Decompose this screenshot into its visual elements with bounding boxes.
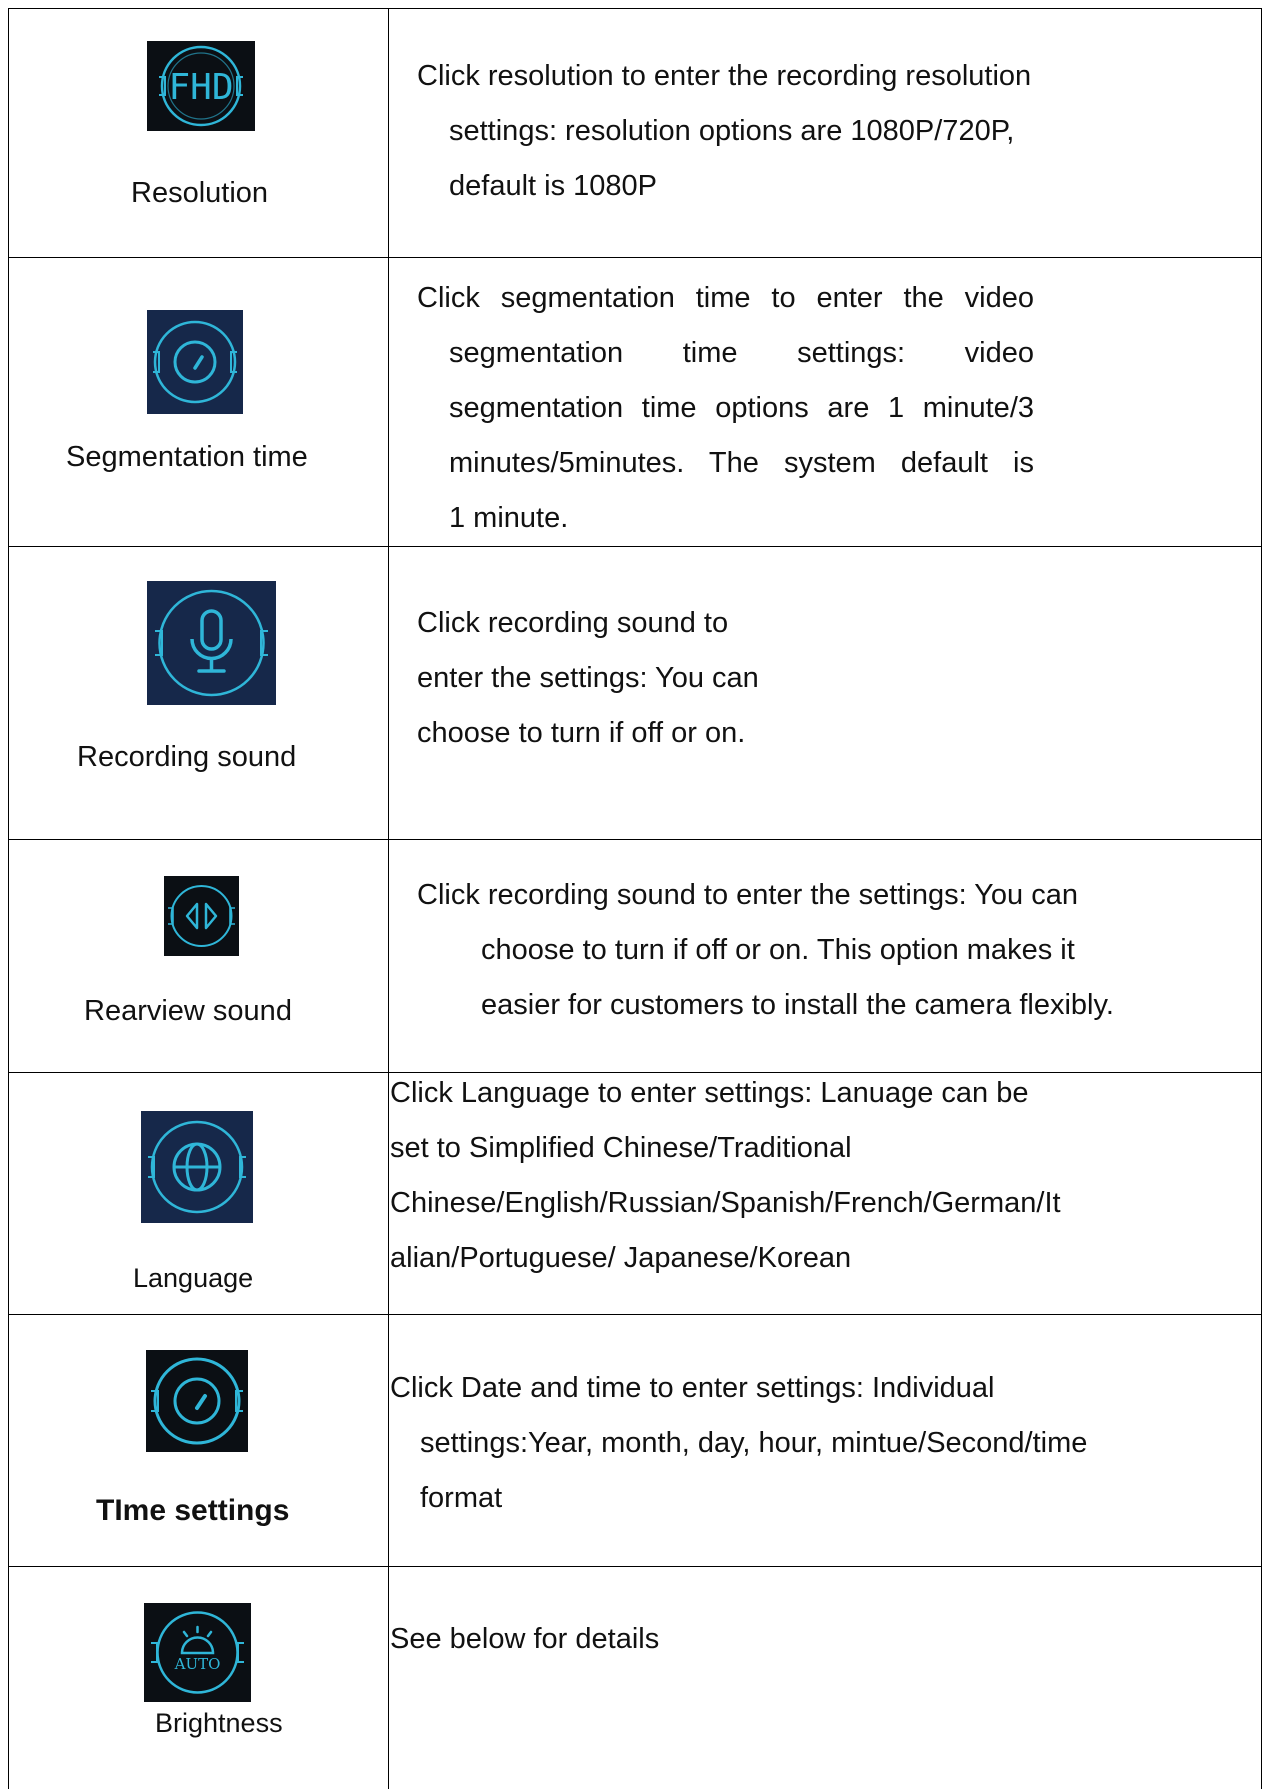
row-description: Click segmentation time to enter the vid… xyxy=(417,271,1034,546)
description-line: choose to turn if off or on. xyxy=(417,717,746,749)
row-label: Language xyxy=(133,1263,254,1293)
description-line: minutes/5minutes. The system default is xyxy=(449,447,1034,479)
row-description: Click recording sound to enter the setti… xyxy=(417,596,759,761)
description-line: settings:Year, month, day, hour, mintue/… xyxy=(420,1427,1088,1459)
table-column-divider xyxy=(388,8,389,1789)
description-line: Click Language to enter settings: Lanuag… xyxy=(390,1077,1029,1109)
description-line: choose to turn if off or on. This option… xyxy=(481,934,1075,966)
description-line: See below for details xyxy=(390,1623,660,1655)
microphone-icon xyxy=(147,581,276,705)
table-border-left xyxy=(8,8,9,1789)
row-divider xyxy=(8,546,1262,547)
table-border-top xyxy=(8,8,1262,9)
description-line: Click recording sound to xyxy=(417,607,729,639)
description-line: segmentation time options are 1 minute/3 xyxy=(449,392,1034,424)
globe-language-icon xyxy=(141,1111,253,1223)
svg-text:AUTO: AUTO xyxy=(174,1655,221,1673)
svg-text:FHD: FHD xyxy=(168,67,233,108)
description-line: Click recording sound to enter the setti… xyxy=(417,879,1078,911)
row-label: Brightness xyxy=(155,1708,283,1738)
row-label: Recording sound xyxy=(77,741,297,773)
row-label: Rearview sound xyxy=(84,995,292,1027)
fhd-resolution-icon: FHD xyxy=(147,41,255,131)
description-line: set to Simplified Chinese/Traditional xyxy=(390,1132,852,1164)
row-description: Click resolution to enter the recording … xyxy=(417,49,1031,214)
row-description: Click recording sound to enter the setti… xyxy=(417,868,1114,1033)
description-line: Click resolution to enter the recording … xyxy=(417,60,1032,92)
description-line: enter the settings: You can xyxy=(417,662,759,694)
brightness-auto-icon: AUTO xyxy=(144,1603,251,1702)
row-divider xyxy=(8,1566,1262,1567)
row-divider xyxy=(8,1314,1262,1315)
rearview-mirror-icon xyxy=(164,876,239,956)
description-line: default is 1080P xyxy=(449,170,657,202)
description-line: Click segmentation time to enter the vid… xyxy=(417,282,1034,314)
segmentation-clock-icon xyxy=(147,310,243,414)
description-line: settings: resolution options are 1080P/7… xyxy=(449,115,1015,147)
description-line: format xyxy=(420,1482,503,1514)
row-description: Click Date and time to enter settings: I… xyxy=(390,1361,1087,1526)
row-label: Segmentation time xyxy=(66,441,308,473)
description-line: Click Date and time to enter settings: I… xyxy=(390,1372,995,1404)
row-divider xyxy=(8,257,1262,258)
description-line: easier for customers to install the came… xyxy=(481,989,1114,1021)
row-label: TIme settings xyxy=(96,1494,290,1527)
description-line: Chinese/English/Russian/Spanish/French/G… xyxy=(390,1187,1061,1219)
time-clock-icon xyxy=(146,1350,248,1452)
row-description: See below for details xyxy=(390,1612,659,1667)
description-line: segmentation time settings: video xyxy=(449,337,1034,369)
row-label: Resolution xyxy=(131,177,269,209)
description-line: alian/Portuguese/ Japanese/Korean xyxy=(390,1242,852,1274)
row-divider xyxy=(8,839,1262,840)
row-description: Click Language to enter settings: Lanuag… xyxy=(390,1066,1061,1286)
table-border-right xyxy=(1261,8,1262,1789)
description-line: 1 minute. xyxy=(449,502,569,534)
